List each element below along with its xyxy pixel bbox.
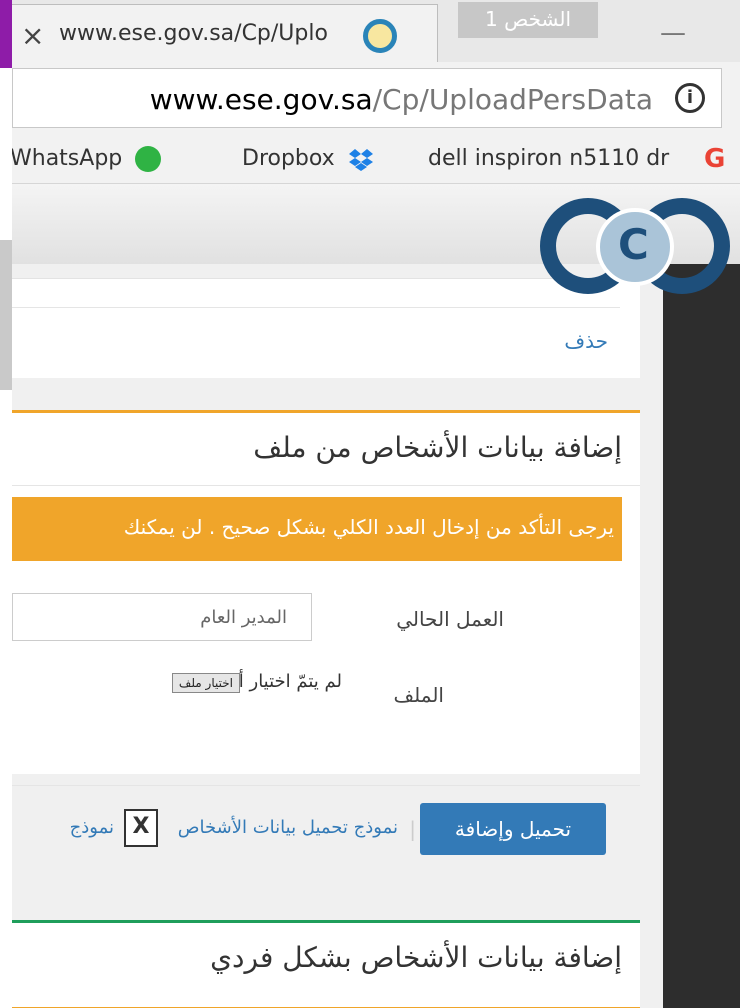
template-download-link[interactable]: نموذج تحميل بيانات الأشخاص bbox=[178, 817, 398, 838]
upload-and-add-button[interactable]: تحميل وإضافة bbox=[420, 803, 606, 855]
scrollbar-thumb[interactable] bbox=[0, 240, 12, 390]
profile-button[interactable]: الشخص 1 bbox=[458, 2, 598, 38]
bookmark-dropbox[interactable]: Dropbox bbox=[242, 146, 374, 172]
bookmark-label: Dropbox bbox=[242, 146, 335, 171]
divider bbox=[12, 785, 640, 786]
template-download-link-2[interactable]: نموذج bbox=[70, 817, 114, 838]
url-domain: www.ese.gov.sa bbox=[149, 83, 373, 116]
window-edge-panel bbox=[0, 68, 12, 1008]
bookmark-label: dell inspiron n5110 dr bbox=[428, 146, 670, 171]
address-bar[interactable]: www.ese.gov.sa/Cp/UploadPersData i bbox=[12, 68, 722, 128]
file-input[interactable]: لم يتمّ اختيار أيّ ملف اختيار ملف bbox=[12, 667, 342, 707]
warning-alert: يرجى التأكد من إدخال العدد الكلي بشكل صح… bbox=[12, 497, 622, 561]
upload-from-file-panel: إضافة بيانات الأشخاص من ملف يرجى التأكد … bbox=[12, 410, 640, 855]
site-favicon-icon bbox=[363, 19, 397, 53]
link-separator: | bbox=[409, 817, 416, 841]
divider bbox=[12, 485, 640, 486]
minimize-icon[interactable]: — bbox=[660, 18, 686, 48]
panel-title: إضافة بيانات الأشخاص من ملف bbox=[253, 431, 622, 464]
delete-link[interactable]: حذف bbox=[564, 329, 608, 353]
alert-text: يرجى التأكد من إدخال العدد الكلي بشكل صح… bbox=[123, 515, 614, 539]
tab-strip: × www.ese.gov.sa/Cp/Uplo الشخص 1 — bbox=[0, 0, 740, 64]
bookmark-dell[interactable]: dell inspiron n5110 dr bbox=[428, 146, 669, 171]
bookmarks-bar: WhatsApp Dropbox dell inspiron n5110 dr … bbox=[0, 140, 740, 184]
google-icon: G bbox=[704, 144, 726, 174]
file-status: لم يتمّ اختيار أيّ ملف bbox=[184, 671, 342, 692]
info-icon[interactable]: i bbox=[675, 83, 705, 113]
close-icon[interactable]: × bbox=[21, 19, 44, 52]
sidebar bbox=[663, 264, 740, 1008]
site-logo[interactable]: C bbox=[540, 190, 730, 294]
whatsapp-icon bbox=[135, 146, 162, 172]
current-work-input[interactable] bbox=[12, 593, 312, 641]
dropbox-icon bbox=[348, 146, 374, 172]
file-label: الملف bbox=[393, 683, 444, 707]
window-edge bbox=[0, 0, 12, 1008]
choose-file-button[interactable]: اختيار ملف bbox=[171, 673, 240, 693]
excel-icon[interactable]: X bbox=[124, 809, 158, 847]
url-text: www.ese.gov.sa/Cp/UploadPersData bbox=[150, 83, 653, 116]
bookmark-whatsapp[interactable]: WhatsApp bbox=[10, 146, 162, 172]
url-path: /Cp/UploadPersData bbox=[372, 83, 653, 116]
logo-mark: C bbox=[618, 220, 649, 269]
tab-title: www.ese.gov.sa/Cp/Uplo bbox=[59, 21, 328, 46]
add-individual-panel: إضافة بيانات الأشخاص بشكل فردي bbox=[12, 920, 640, 1008]
work-label: العمل الحالي bbox=[396, 607, 504, 631]
bookmark-label: WhatsApp bbox=[10, 146, 123, 171]
page-content: حذف إضافة بيانات الأشخاص من ملف يرجى الت… bbox=[0, 184, 740, 1008]
divider bbox=[12, 307, 620, 308]
browser-tab[interactable]: × www.ese.gov.sa/Cp/Uplo bbox=[0, 4, 438, 64]
panel-title: إضافة بيانات الأشخاص بشكل فردي bbox=[210, 941, 622, 974]
